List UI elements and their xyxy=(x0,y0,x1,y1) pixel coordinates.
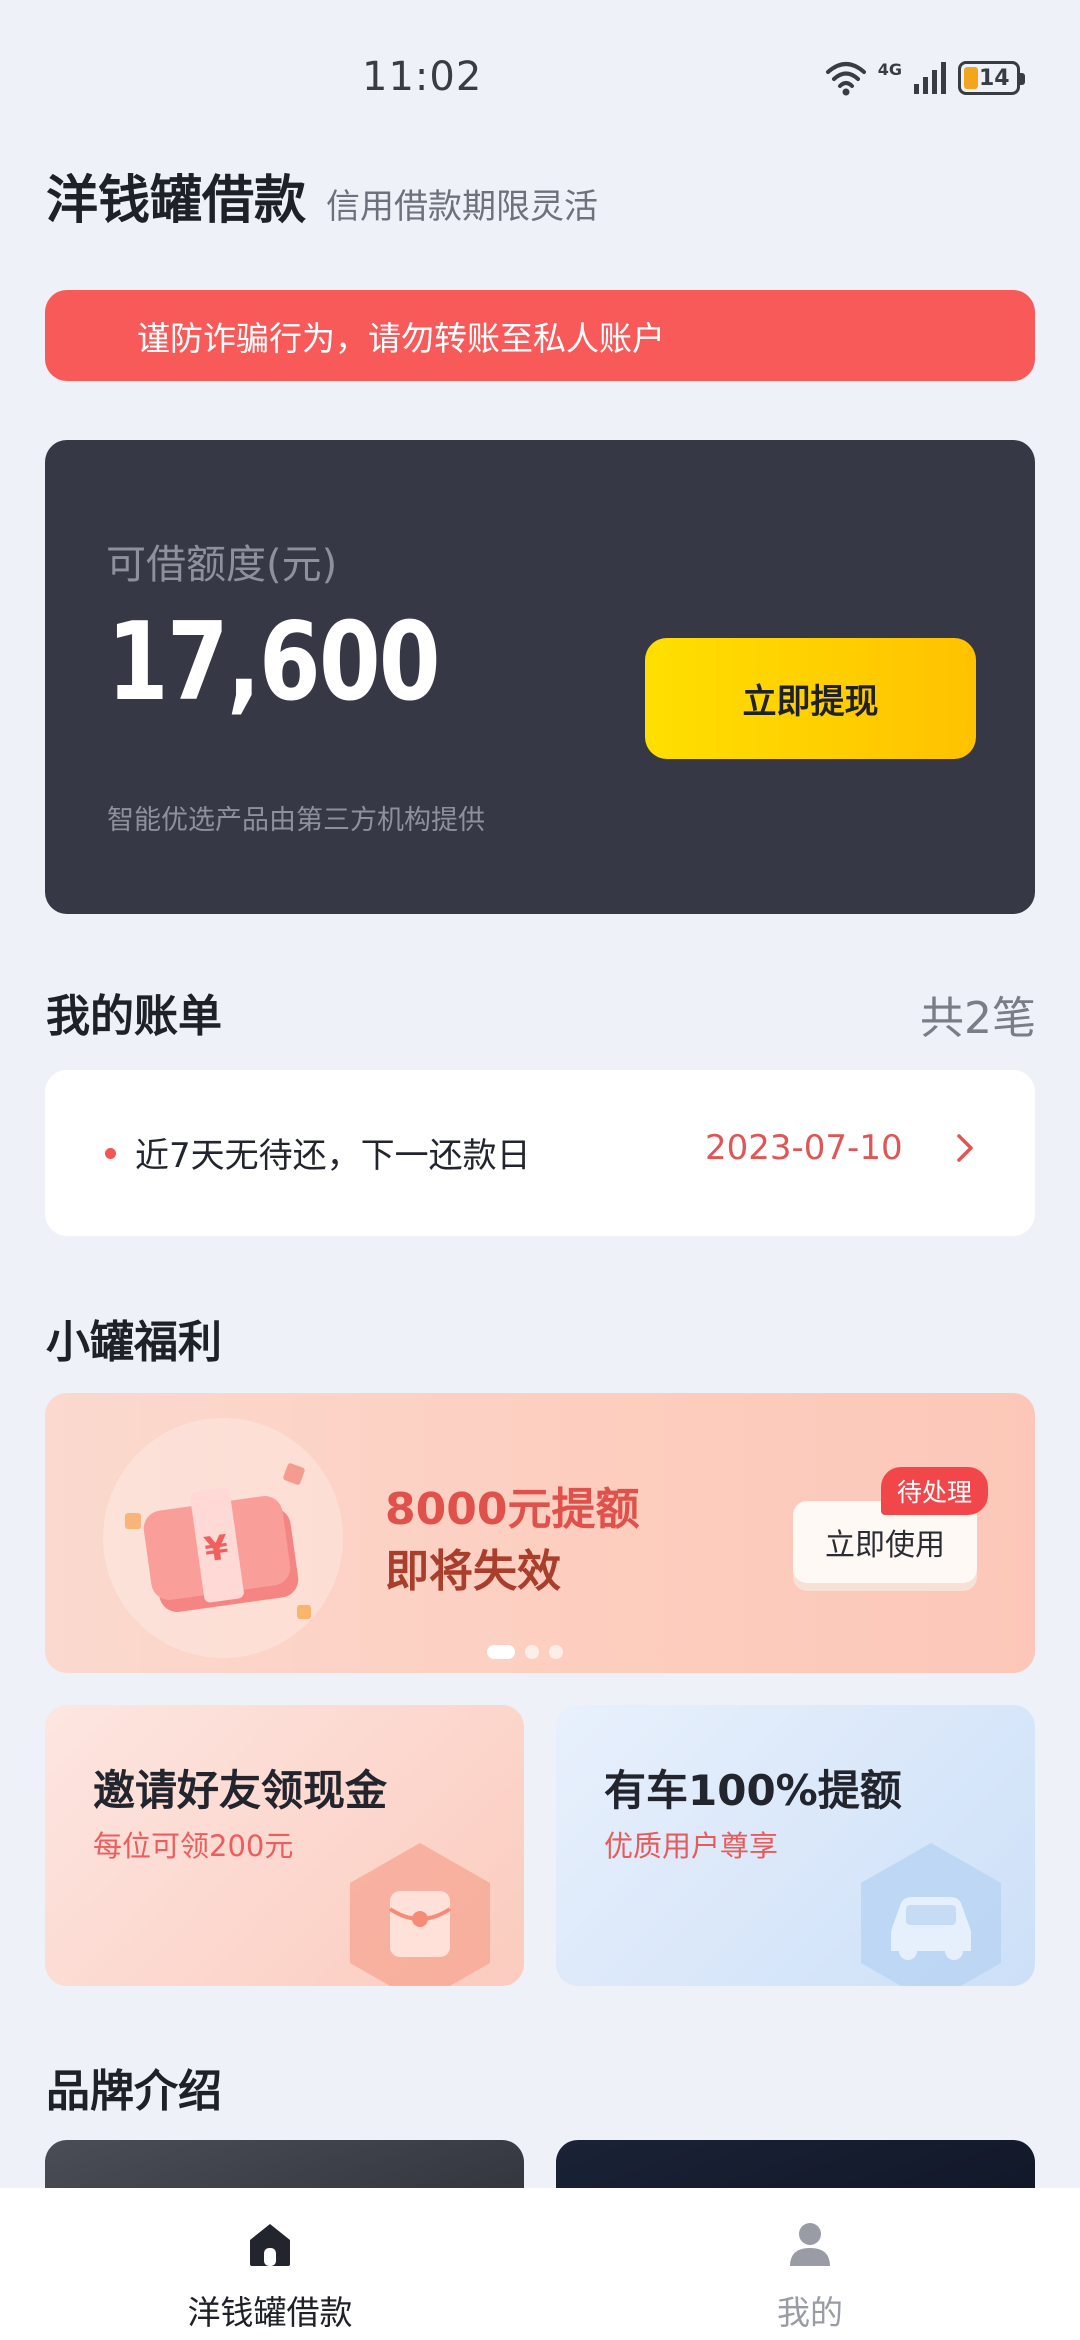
page-header: 洋钱罐借款 信用借款期限灵活 xyxy=(46,158,598,233)
car-icon xyxy=(861,1843,1001,1986)
battery-icon: 14 xyxy=(958,61,1025,95)
user-icon xyxy=(790,2223,830,2266)
withdraw-now-button[interactable]: 立即提现 xyxy=(645,638,976,759)
wifi-icon xyxy=(825,62,866,96)
tab-mine[interactable]: 我的 xyxy=(540,2188,1080,2340)
bottom-tab-bar: 洋钱罐借款 我的 xyxy=(0,2188,1080,2340)
chevron-right-icon xyxy=(957,1134,973,1162)
home-icon xyxy=(250,2224,290,2266)
carousel-dot-active xyxy=(487,1645,515,1659)
signal-icon xyxy=(914,62,946,94)
carousel-dot xyxy=(525,1645,539,1659)
battery-fill xyxy=(964,67,978,89)
network-type-label: 4G xyxy=(877,59,902,79)
bullet-dot xyxy=(105,1148,116,1159)
car-card-subtitle: 优质用户尊享 xyxy=(604,1829,779,1863)
tab-label-home: 洋钱罐借款 xyxy=(187,2293,353,2332)
fraud-warning-banner: 谨防诈骗行为，请勿转账至私人账户 xyxy=(45,290,1035,381)
credit-limit-label: 可借额度(元) xyxy=(106,542,338,588)
tab-label-mine: 我的 xyxy=(777,2293,843,2332)
credit-limit-amount: 17,600 xyxy=(107,600,441,725)
bill-summary-row[interactable]: 近7天无待还，下一还款日 2023-07-10 xyxy=(45,1070,1035,1236)
brand-section-title: 品牌介绍 xyxy=(46,2066,222,2117)
promo-subheadline: 即将失效 xyxy=(385,1546,561,1597)
bill-status-text: 近7天无待还，下一还款日 xyxy=(135,1136,531,1176)
invite-card-title: 邀请好友领现金 xyxy=(93,1766,388,1815)
battery-level: 14 xyxy=(979,65,1010,91)
page-subtitle: 信用借款期限灵活 xyxy=(326,187,599,227)
credit-note: 智能优选产品由第三方机构提供 xyxy=(107,805,485,836)
carousel-indicator xyxy=(487,1645,563,1659)
car-card-title: 有车100%提额 xyxy=(604,1766,902,1815)
bills-section-title: 我的账单 xyxy=(46,991,222,1042)
page-title: 洋钱罐借款 xyxy=(46,171,307,231)
promo-banner[interactable]: ¥ 8000元提额 即将失效 立即使用 待处理 xyxy=(45,1393,1035,1673)
benefits-section-title: 小罐福利 xyxy=(46,1317,222,1368)
invite-card-subtitle: 每位可领200元 xyxy=(93,1829,294,1863)
status-icons: 4G 14 xyxy=(824,56,1025,100)
status-time: 11:02 xyxy=(362,54,483,100)
credit-limit-card: 可借额度(元) 17,600 立即提现 智能优选产品由第三方机构提供 xyxy=(45,440,1035,914)
car-credit-card[interactable]: 有车100%提额 优质用户尊享 xyxy=(556,1705,1035,1986)
red-envelope-icon xyxy=(350,1843,490,1986)
invite-friends-card[interactable]: 邀请好友领现金 每位可领200元 xyxy=(45,1705,524,1986)
carousel-dot xyxy=(549,1645,563,1659)
fraud-warning-text: 谨防诈骗行为，请勿转账至私人账户 xyxy=(137,318,665,358)
tab-loan-home[interactable]: 洋钱罐借款 xyxy=(0,2188,540,2340)
money-stack-icon: ¥ xyxy=(125,1463,311,1619)
status-bar: 11:02 4G 14 xyxy=(0,0,1080,150)
bill-count: 共2笔 xyxy=(920,993,1036,1044)
promo-headline: 8000元提额 xyxy=(385,1484,640,1535)
pending-badge: 待处理 xyxy=(881,1467,989,1515)
next-payment-date: 2023-07-10 xyxy=(705,1128,903,1168)
